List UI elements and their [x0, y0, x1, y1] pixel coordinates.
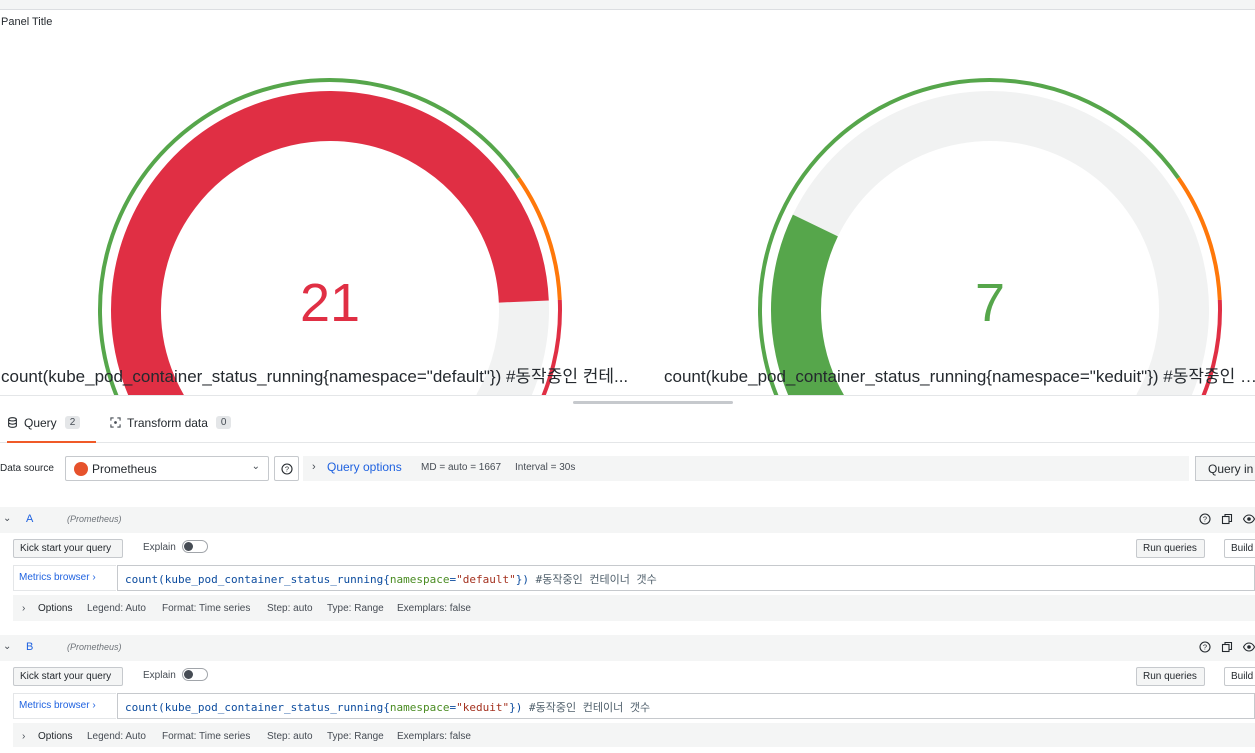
tab-query-label: Query — [24, 416, 57, 430]
step-option: Step: auto — [267, 731, 313, 742]
gauge-default-svg — [98, 78, 562, 395]
gauge-label-default: count(kube_pod_container_status_running{… — [1, 367, 629, 386]
run-queries-button[interactable]: Run queries — [1136, 667, 1205, 686]
code-close: }) — [515, 573, 529, 586]
query-code-input[interactable]: count(kube_pod_container_status_running{… — [117, 693, 1255, 719]
run-queries-button[interactable]: Run queries — [1136, 539, 1205, 558]
prometheus-icon — [74, 462, 88, 476]
eye-icon[interactable] — [1243, 513, 1255, 525]
metrics-browser-button[interactable]: Metrics browser › — [13, 565, 116, 591]
exemplars-option: Exemplars: false — [397, 731, 471, 742]
code-label-value: "default" — [456, 573, 516, 586]
query-interval: Interval = 30s — [515, 462, 576, 473]
query-datasource-name: (Prometheus) — [67, 514, 122, 524]
tab-transform-label: Transform data — [127, 416, 208, 430]
query-header-b[interactable]: ⌄ B (Prometheus) ? — [0, 635, 1255, 661]
svg-text:?: ? — [1203, 515, 1207, 524]
collapse-icon[interactable]: ⌄ — [3, 641, 11, 652]
legend-option: Legend: Auto — [87, 603, 146, 614]
code-label-key: namespace — [389, 573, 450, 586]
help-icon[interactable]: ? — [1199, 641, 1211, 653]
legend-option: Legend: Auto — [87, 731, 146, 742]
code-label-value: "keduit" — [456, 701, 510, 714]
toggle-knob — [184, 542, 193, 551]
gauge-label-keduit: count(kube_pod_container_status_running{… — [664, 367, 1255, 386]
duplicate-icon[interactable] — [1221, 641, 1233, 653]
gauge-value-default: 21 — [299, 273, 361, 333]
gauge-value-keduit: 7 — [974, 273, 1006, 333]
duplicate-icon[interactable] — [1221, 513, 1233, 525]
code-comment: #동작중인 컨테이너 갯수 — [529, 573, 657, 586]
toggle-knob — [184, 670, 193, 679]
datasource-selected: Prometheus — [92, 462, 157, 476]
tab-query[interactable]: Query 2 — [7, 416, 96, 443]
explain-label: Explain — [143, 542, 176, 553]
query-datasource-name: (Prometheus) — [67, 642, 122, 652]
gauge-keduit-svg — [758, 78, 1222, 395]
gauge-default: 21 count(kube_pod_container_status_runni… — [0, 10, 660, 395]
datasource-label: Data source — [0, 463, 54, 474]
explain-toggle[interactable] — [182, 668, 208, 681]
query-editor: Query 2 Transform data 0 Data source Pro… — [0, 407, 1255, 753]
svg-text:?: ? — [284, 464, 288, 473]
datasource-help-button[interactable]: ? — [274, 456, 299, 481]
query-options-row[interactable]: › Options Legend: Auto Format: Time seri… — [13, 723, 1255, 747]
max-data-points: MD = auto = 1667 — [421, 462, 502, 473]
query-inspector-button[interactable]: Query in — [1195, 456, 1255, 481]
kick-start-button[interactable]: Kick start your query — [13, 539, 123, 558]
code-label-key: namespace — [389, 701, 450, 714]
options-label[interactable]: Options — [38, 731, 72, 742]
datasource-select[interactable]: Prometheus ⌄ — [65, 456, 269, 481]
explain-label: Explain — [143, 670, 176, 681]
svg-text:?: ? — [1203, 643, 1207, 652]
gauge-track — [771, 91, 1209, 395]
help-icon[interactable]: ? — [1199, 513, 1211, 525]
query-options-bar[interactable]: › Query options MD = auto = 1667 Interva… — [303, 456, 1189, 481]
options-label[interactable]: Options — [38, 603, 72, 614]
query-ref-id[interactable]: B — [26, 641, 33, 653]
type-option: Type: Range — [327, 603, 384, 614]
explain-toggle[interactable] — [182, 540, 208, 553]
query-ref-id[interactable]: A — [26, 513, 33, 525]
query-options-row[interactable]: › Options Legend: Auto Format: Time seri… — [13, 595, 1255, 621]
exemplars-option: Exemplars: false — [397, 603, 471, 614]
kick-start-button[interactable]: Kick start your query — [13, 667, 123, 686]
top-strip — [0, 0, 1255, 10]
format-option: Format: Time series — [162, 731, 251, 742]
chevron-right-icon: › — [22, 603, 26, 614]
transform-icon — [110, 417, 121, 428]
code-close: }) — [509, 701, 523, 714]
help-icon: ? — [280, 462, 293, 475]
database-icon — [8, 417, 17, 428]
format-option: Format: Time series — [162, 603, 251, 614]
tab-transform[interactable]: Transform data 0 — [110, 416, 232, 443]
metrics-browser-button[interactable]: Metrics browser › — [13, 693, 116, 719]
gauge-panel: Panel Title 21 count(kube_pod_container_… — [0, 10, 1255, 395]
splitter-handle[interactable] — [573, 401, 733, 404]
chevron-down-icon: ⌄ — [251, 461, 260, 472]
code-comment: #동작중인 컨테이너 갯수 — [522, 701, 651, 714]
tab-transform-count: 0 — [215, 416, 232, 429]
query-options-link[interactable]: Query options — [327, 460, 402, 474]
chevron-right-icon: › — [22, 731, 26, 742]
query-code-input[interactable]: count(kube_pod_container_status_running{… — [117, 565, 1255, 591]
step-option: Step: auto — [267, 603, 313, 614]
editor-tabs: Query 2 Transform data 0 — [0, 407, 1255, 443]
builder-toggle-button[interactable]: Build — [1224, 667, 1255, 686]
gauge-value-fill — [111, 91, 549, 395]
builder-toggle-button[interactable]: Build — [1224, 539, 1255, 558]
query-header-a[interactable]: ⌄ A (Prometheus) ? — [0, 507, 1255, 533]
code-function: count(kube_pod_container_status_running{ — [125, 573, 390, 586]
datasource-row: Data source Prometheus ⌄ ? › Query optio… — [0, 455, 1255, 483]
tab-query-count: 2 — [64, 416, 81, 429]
chevron-right-icon: › — [312, 461, 316, 473]
collapse-icon[interactable]: ⌄ — [3, 513, 11, 524]
gauge-keduit: 7 count(kube_pod_container_status_runnin… — [660, 10, 1255, 395]
code-function: count(kube_pod_container_status_running{ — [125, 701, 390, 714]
eye-icon[interactable] — [1243, 641, 1255, 653]
type-option: Type: Range — [327, 731, 384, 742]
panel-splitter[interactable] — [0, 395, 1255, 407]
